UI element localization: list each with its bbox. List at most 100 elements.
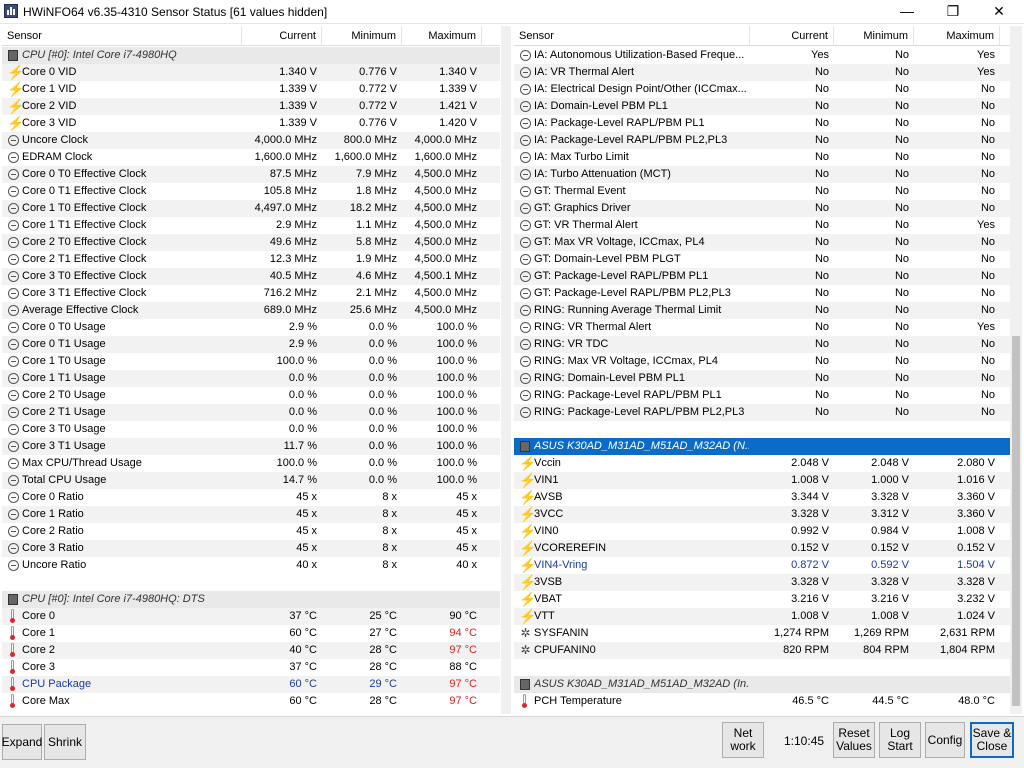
sensor-row[interactable]: Core 0 T1 Usage 2.9 % 0.0 % 100.0 % — [2, 336, 500, 353]
column-header-minimum[interactable]: Minimum — [834, 26, 914, 46]
sensor-row[interactable]: GT: Package-Level RAPL/PBM PL1 No No No — [514, 268, 1010, 285]
sensor-row[interactable]: ⚡ Core 1 VID 1.339 V 0.772 V 1.339 V — [2, 81, 500, 98]
column-header-sensor[interactable]: Sensor — [2, 26, 242, 46]
column-header-current[interactable]: Current — [242, 26, 322, 46]
sensor-row[interactable]: Core 0 T0 Effective Clock 87.5 MHz 7.9 MHz… — [2, 166, 500, 183]
restore-button[interactable]: ❐ — [930, 0, 976, 24]
sensor-row[interactable]: IA: Autonomous Utilization-Based Freque.… — [514, 47, 1010, 64]
sensor-row[interactable]: Core Max 60 °C 28 °C 97 °C — [2, 693, 500, 710]
close-button[interactable]: ✕ — [976, 0, 1022, 24]
column-header-maximum[interactable]: Maximum — [914, 26, 1000, 46]
sensor-row[interactable]: ⚡ VIN0 0.992 V 0.984 V 1.008 V — [514, 523, 1010, 540]
sensor-row[interactable]: Core 0 37 °C 25 °C 90 °C — [2, 608, 500, 625]
minimize-button[interactable]: — — [884, 0, 930, 24]
sensor-row[interactable]: ⚡ AVSB 3.344 V 3.328 V 3.360 V — [514, 489, 1010, 506]
sensor-row[interactable]: PCH Temperature 46.5 °C 44.5 °C 48.0 °C — [514, 693, 1010, 710]
sensor-row[interactable]: Core 2 Ratio 45 x 8 x 45 x — [2, 523, 500, 540]
sensor-row[interactable]: RING: VR TDC No No No — [514, 336, 1010, 353]
left-scrollbar[interactable] — [501, 26, 511, 714]
sensor-row[interactable]: ⚡ VCOREREFIN 0.152 V 0.152 V 0.152 V — [514, 540, 1010, 557]
sensor-row[interactable]: ⚡ VIN1 1.008 V 1.000 V 1.016 V — [514, 472, 1010, 489]
sensor-row[interactable]: ⚡ Core 3 VID 1.339 V 0.776 V 1.420 V — [2, 115, 500, 132]
reset-values-button[interactable]: Reset Values — [833, 722, 875, 758]
sensor-row[interactable]: CPU Package 60 °C 29 °C 97 °C — [2, 676, 500, 693]
sensor-row[interactable]: ⚡ VTT 1.008 V 1.008 V 1.024 V — [514, 608, 1010, 625]
sensor-row[interactable]: Core 3 Ratio 45 x 8 x 45 x — [2, 540, 500, 557]
sensor-row[interactable]: ⚡ Vccin 2.048 V 2.048 V 2.080 V — [514, 455, 1010, 472]
sensor-row[interactable]: RING: Max VR Voltage, ICCmax, PL4 No No No — [514, 353, 1010, 370]
sensor-row[interactable]: RING: Domain-Level PBM PL1 No No No — [514, 370, 1010, 387]
sensor-row[interactable]: GT: VR Thermal Alert No No Yes — [514, 217, 1010, 234]
sensor-row[interactable]: Average Effective Clock 689.0 MHz 25.6 MHz… — [2, 302, 500, 319]
sensor-row[interactable]: IA: VR Thermal Alert No No Yes — [514, 64, 1010, 81]
column-header-sensor[interactable]: Sensor — [514, 26, 750, 46]
sensor-row[interactable]: ✲ SYSFANIN 1,274 RPM 1,269 RPM 2,631 RPM — [514, 625, 1010, 642]
right-scrollbar[interactable] — [1010, 26, 1022, 714]
sensor-row[interactable]: Core 1 T1 Effective Clock 2.9 MHz 1.1 MHz 4… — [2, 217, 500, 234]
sensor-name: 3VSB — [534, 576, 563, 588]
sensor-row[interactable]: Uncore Clock 4,000.0 MHz 800.0 MHz 4,000.0 … — [2, 132, 500, 149]
sensor-row[interactable]: IA: Package-Level RAPL/PBM PL2,PL3 No No No — [514, 132, 1010, 149]
config-button[interactable]: Config — [925, 722, 965, 758]
log-start-button[interactable]: Log Start — [879, 722, 921, 758]
sensor-row[interactable]: Core 0 T1 Effective Clock 105.8 MHz 1.8 MH… — [2, 183, 500, 200]
sensor-row[interactable]: IA: Max Turbo Limit No No No — [514, 149, 1010, 166]
sensor-row[interactable]: GT: Domain-Level PBM PLGT No No No — [514, 251, 1010, 268]
sensor-row[interactable]: RING: Package-Level RAPL/PBM PL2,PL3 No No… — [514, 404, 1010, 421]
sensor-group-header[interactable]: CPU [#0]: Intel Core i7-4980HQ: DTS — [2, 591, 500, 608]
column-header-current[interactable]: Current — [750, 26, 834, 46]
sensor-row[interactable]: ⚡ Core 0 VID 1.340 V 0.776 V 1.340 V — [2, 64, 500, 81]
sensor-row[interactable]: Core 2 T1 Usage 0.0 % 0.0 % 100.0 % — [2, 404, 500, 421]
network-button[interactable]: Net work — [722, 722, 764, 758]
sensor-row[interactable]: IA: Domain-Level PBM PL1 No No No — [514, 98, 1010, 115]
sensor-row[interactable]: Max CPU/Thread Usage 100.0 % 0.0 % 100.0 % — [2, 455, 500, 472]
sensor-row[interactable]: GT: Thermal Event No No No — [514, 183, 1010, 200]
sensor-row[interactable]: EDRAM Clock 1,600.0 MHz 1,600.0 MHz 1,600.0… — [2, 149, 500, 166]
sensor-row[interactable]: Core 3 T1 Effective Clock 716.2 MHz 2.1 MH… — [2, 285, 500, 302]
sensor-row[interactable]: Core 1 T0 Effective Clock 4,497.0 MHz 18.2… — [2, 200, 500, 217]
sensor-row[interactable]: IA: Electrical Design Point/Other (ICCma… — [514, 81, 1010, 98]
sensor-row[interactable]: Core 2 T0 Usage 0.0 % 0.0 % 100.0 % — [2, 387, 500, 404]
sensor-row[interactable]: ⚡ 3VCC 3.328 V 3.312 V 3.360 V — [514, 506, 1010, 523]
sensor-row[interactable]: Core 2 T0 Effective Clock 49.6 MHz 5.8 MHz… — [2, 234, 500, 251]
sensor-row[interactable]: ⚡ VIN4-Vring 0.872 V 0.592 V 1.504 V — [514, 557, 1010, 574]
sensor-group-header[interactable]: ASUS K30AD_M31AD_M51AD_M32AD (In... — [514, 676, 1010, 693]
sensor-row[interactable]: ⚡ Core 2 VID 1.339 V 0.772 V 1.421 V — [2, 98, 500, 115]
sensor-row[interactable]: Core 2 40 °C 28 °C 97 °C — [2, 642, 500, 659]
sensor-row[interactable]: Core 3 37 °C 28 °C 88 °C — [2, 659, 500, 676]
sensor-row[interactable]: RING: Running Average Thermal Limit No No N… — [514, 302, 1010, 319]
sensor-row[interactable]: Core 1 60 °C 27 °C 94 °C — [2, 625, 500, 642]
scrollbar-thumb[interactable] — [1012, 336, 1020, 706]
sensor-row[interactable]: ⚡ VBAT 3.216 V 3.216 V 3.232 V — [514, 591, 1010, 608]
sensor-row[interactable]: Core 1 Ratio 45 x 8 x 45 x — [2, 506, 500, 523]
sensor-row[interactable]: Core 1 T1 Usage 0.0 % 0.0 % 100.0 % — [2, 370, 500, 387]
sensor-row[interactable]: IA: Package-Level RAPL/PBM PL1 No No No — [514, 115, 1010, 132]
sensor-row[interactable]: Total CPU Usage 14.7 % 0.0 % 100.0 % — [2, 472, 500, 489]
clock-icon — [520, 288, 531, 299]
column-header-maximum[interactable]: Maximum — [402, 26, 482, 46]
sensor-row[interactable]: GT: Max VR Voltage, ICCmax, PL4 No No No — [514, 234, 1010, 251]
left-sensor-table[interactable]: Sensor Current Minimum Maximum CPU [#0]:… — [2, 26, 500, 714]
sensor-row[interactable]: RING: VR Thermal Alert No No Yes — [514, 319, 1010, 336]
sensor-row[interactable]: Core 2 T1 Effective Clock 12.3 MHz 1.9 MHz… — [2, 251, 500, 268]
sensor-row[interactable]: GT: Package-Level RAPL/PBM PL2,PL3 No No No — [514, 285, 1010, 302]
sensor-row[interactable]: ✲ CPUFANIN0 820 RPM 804 RPM 1,804 RPM — [514, 642, 1010, 659]
right-sensor-table[interactable]: Sensor Current Minimum Maximum IA: Auton… — [514, 26, 1010, 714]
shrink-button[interactable]: Shrink — [44, 724, 86, 760]
sensor-row[interactable]: Core 0 T0 Usage 2.9 % 0.0 % 100.0 % — [2, 319, 500, 336]
sensor-row[interactable]: Core 3 T1 Usage 11.7 % 0.0 % 100.0 % — [2, 438, 500, 455]
sensor-group-header[interactable]: CPU [#0]: Intel Core i7-4980HQ — [2, 47, 500, 64]
sensor-row[interactable]: Core 3 T0 Effective Clock 40.5 MHz 4.6 MHz… — [2, 268, 500, 285]
sensor-row[interactable]: RING: Package-Level RAPL/PBM PL1 No No No — [514, 387, 1010, 404]
sensor-row[interactable]: IA: Turbo Attenuation (MCT) No No No — [514, 166, 1010, 183]
sensor-group-header[interactable]: ASUS K30AD_M31AD_M51AD_M32AD (N... — [514, 438, 1010, 455]
sensor-row[interactable]: GT: Graphics Driver No No No — [514, 200, 1010, 217]
column-header-minimum[interactable]: Minimum — [322, 26, 402, 46]
sensor-row[interactable]: Uncore Ratio 40 x 8 x 40 x — [2, 557, 500, 574]
sensor-row[interactable]: Core 0 Ratio 45 x 8 x 45 x — [2, 489, 500, 506]
expand-button[interactable]: Expand — [2, 724, 42, 760]
sensor-row[interactable]: Core 1 T0 Usage 100.0 % 0.0 % 100.0 % — [2, 353, 500, 370]
sensor-row[interactable]: Core 3 T0 Usage 0.0 % 0.0 % 100.0 % — [2, 421, 500, 438]
save-close-button[interactable]: Save & Close — [970, 722, 1014, 758]
sensor-row[interactable]: ⚡ 3VSB 3.328 V 3.328 V 3.328 V — [514, 574, 1010, 591]
